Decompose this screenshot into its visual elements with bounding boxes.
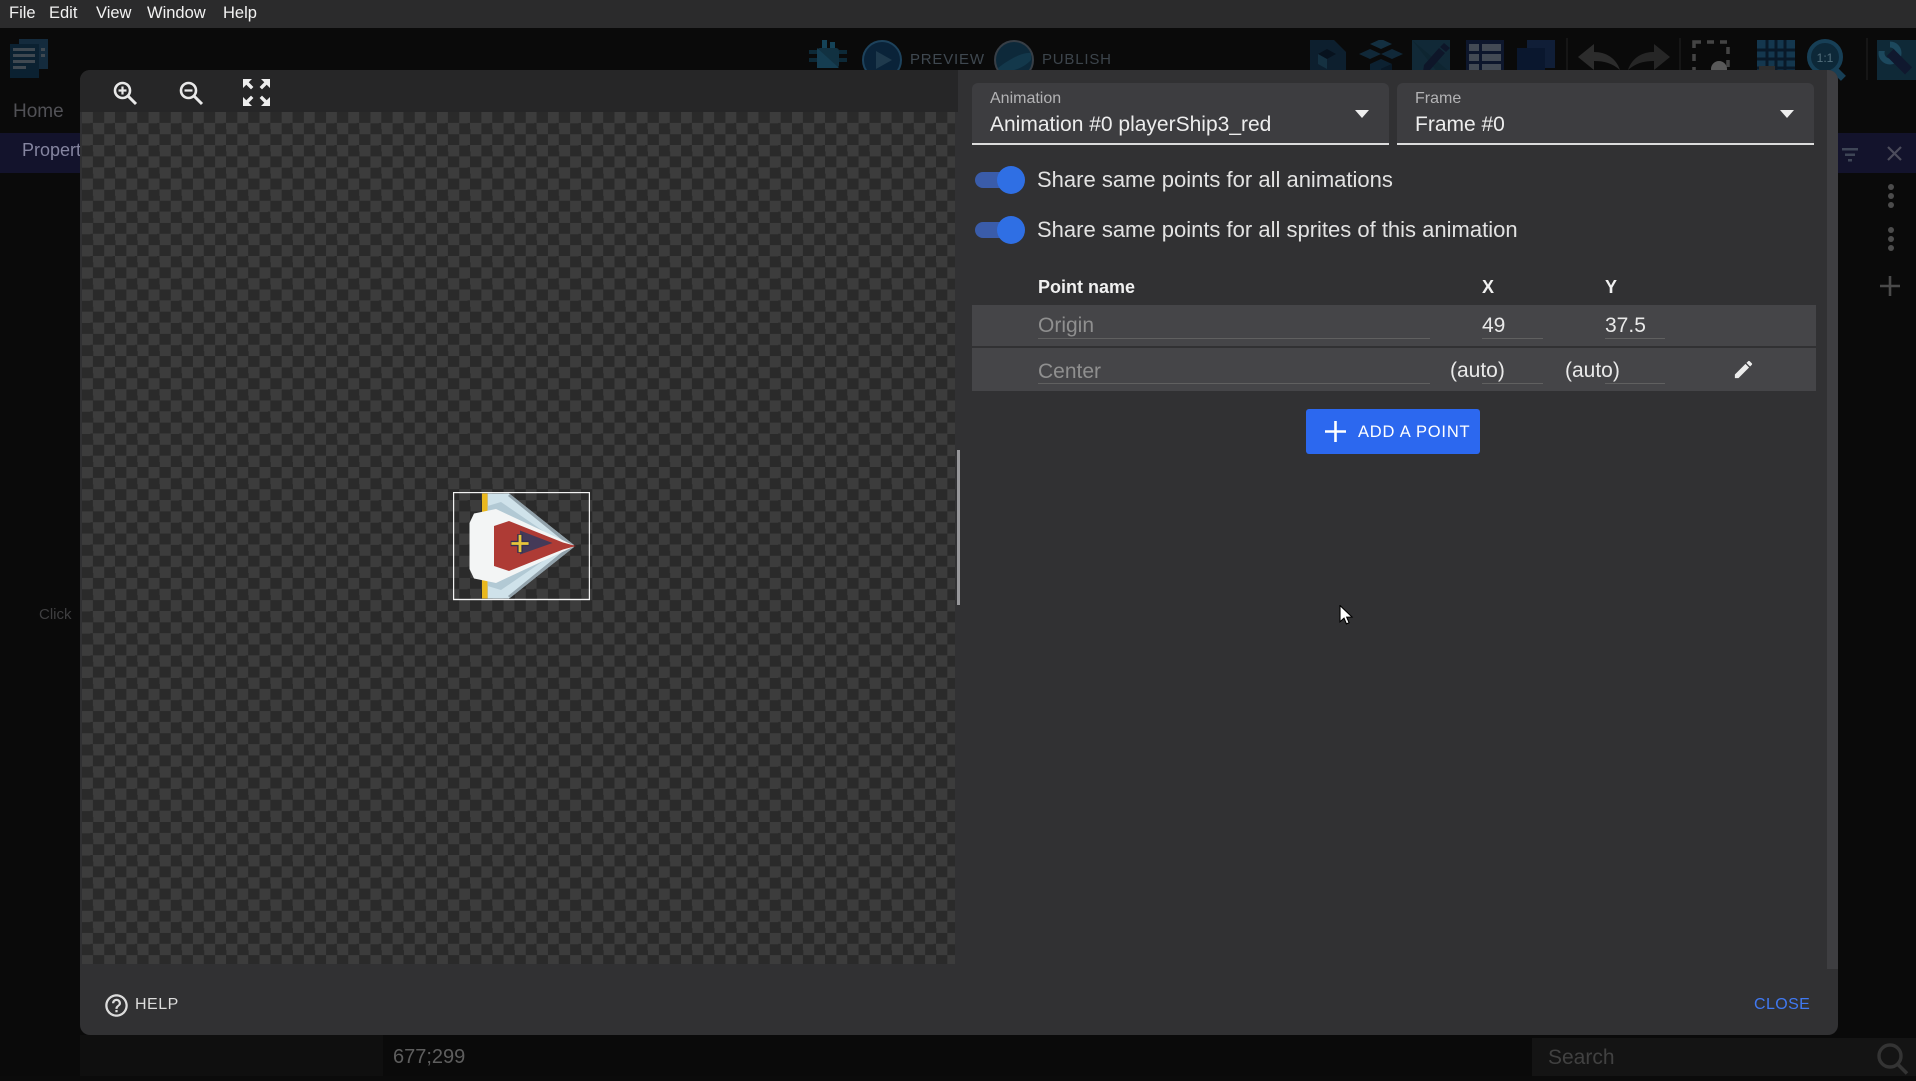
svg-text:1:1: 1:1 bbox=[1817, 51, 1834, 65]
